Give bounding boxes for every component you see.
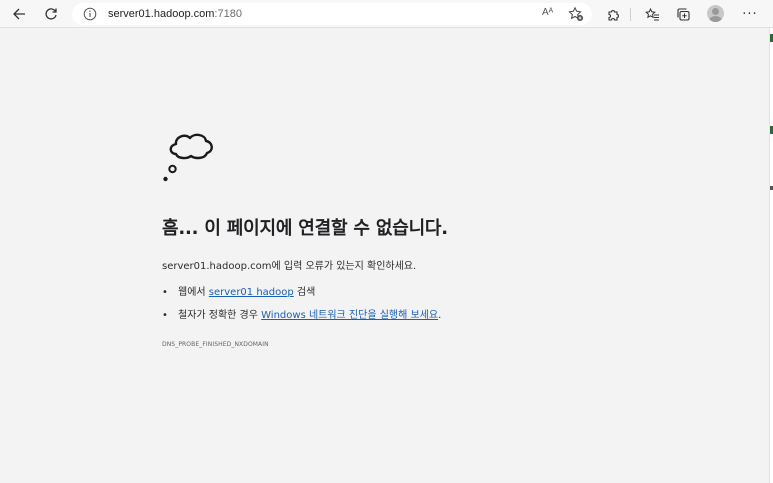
bullet: • [162,310,168,321]
error-message: server01.hadoop.com에 입력 오류가 있는지 확인하세요. [162,261,417,272]
suggestion-diagnostics: • 철자가 정확한 경우 Windows 네트워크 진단을 실행해 보세요. [162,309,441,323]
suggestion-search-suffix: 검색 [293,287,316,298]
suggestion-diagnostics-suffix: . [438,310,442,321]
search-web-link[interactable]: server01 hadoop [209,287,294,298]
right-edge-panel [769,28,773,483]
bullet: • [162,287,168,298]
suggestion-diagnostics-prefix: 철자가 정확한 경우 [178,310,262,321]
refresh-icon[interactable] [39,3,63,25]
error-page: 흠... 이 페이지에 연결할 수 없습니다. server01.hadoop.… [162,0,762,483]
thought-cloud-icon [163,133,213,182]
suggestion-search: • 웹에서 server01 hadoop 검색 [162,286,315,300]
error-title: 흠... 이 페이지에 연결할 수 없습니다. [162,218,448,239]
suggestion-search-prefix: 웹에서 [178,287,209,298]
back-arrow-icon[interactable] [7,3,31,25]
error-code: DNS_PROBE_FINISHED_NXDOMAIN [162,341,269,348]
network-diagnostics-link[interactable]: Windows 네트워크 진단을 실행해 보세요 [261,310,438,321]
info-icon[interactable] [83,6,97,25]
